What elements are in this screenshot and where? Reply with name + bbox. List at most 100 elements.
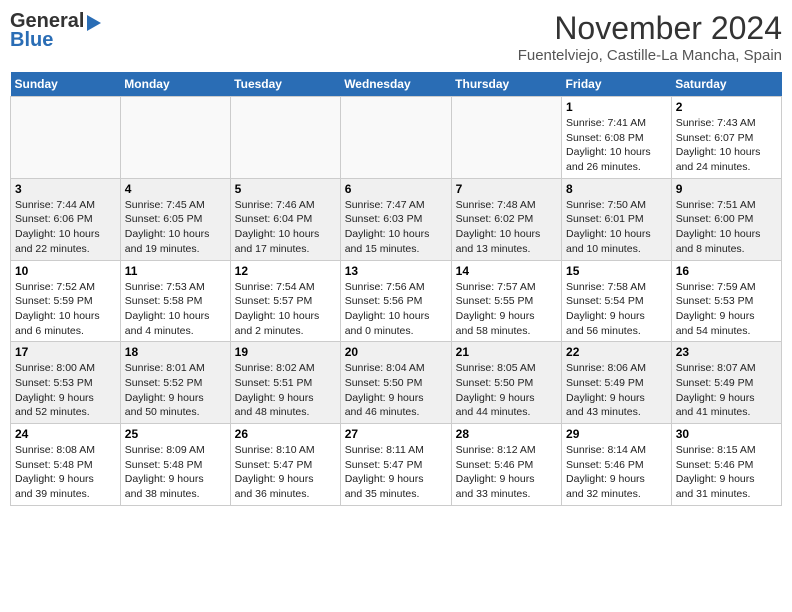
day-info: Sunrise: 7:48 AM Sunset: 6:02 PM Dayligh… xyxy=(456,198,557,257)
calendar-cell: 27 Sunrise: 8:11 AM Sunset: 5:47 PM Dayli… xyxy=(340,424,451,506)
day-number: 12 xyxy=(235,264,336,278)
page-header: General Blue November 2024 Fuentelviejo,… xyxy=(10,10,782,64)
day-number: 22 xyxy=(566,345,667,359)
day-info: Sunrise: 7:43 AM Sunset: 6:07 PM Dayligh… xyxy=(676,116,777,175)
calendar-cell: 19Sunrise: 8:02 AM Sunset: 5:51 PM Dayli… xyxy=(230,342,340,424)
day-info: Sunrise: 8:12 AM Sunset: 5:46 PM Dayligh… xyxy=(456,443,557,502)
day-info: Sunrise: 7:46 AM Sunset: 6:04 PM Dayligh… xyxy=(235,198,336,257)
logo-blue-text: Blue xyxy=(10,29,53,52)
calendar-cell: 22 Sunrise: 8:06 AM Sunset: 5:49 PM Dayli… xyxy=(562,342,672,424)
calendar-cell: 20 Sunrise: 8:04 AM Sunset: 5:50 PM Dayli… xyxy=(340,342,451,424)
day-info: Sunrise: 8:15 AM Sunset: 5:46 PM Dayligh… xyxy=(676,443,777,502)
day-info: Sunrise: 8:00 AM Sunset: 5:53 PM Dayligh… xyxy=(15,361,116,420)
location-title: Fuentelviejo, Castille-La Mancha, Spain xyxy=(518,47,782,64)
day-info: Sunrise: 8:06 AM Sunset: 5:49 PM Dayligh… xyxy=(566,361,667,420)
month-title: November 2024 xyxy=(518,10,782,47)
calendar-cell xyxy=(451,97,561,179)
calendar-cell xyxy=(11,97,121,179)
calendar-cell: 8 Sunrise: 7:50 AM Sunset: 6:01 PM Daylig… xyxy=(562,178,672,260)
calendar-cell xyxy=(230,97,340,179)
day-info: Sunrise: 7:52 AM Sunset: 5:59 PM Dayligh… xyxy=(15,280,116,339)
day-info: Sunrise: 8:08 AM Sunset: 5:48 PM Dayligh… xyxy=(15,443,116,502)
day-number: 25 xyxy=(125,427,226,441)
day-number: 27 xyxy=(345,427,447,441)
day-number: 30 xyxy=(676,427,777,441)
calendar-cell: 5 Sunrise: 7:46 AM Sunset: 6:04 PM Daylig… xyxy=(230,178,340,260)
day-info: Sunrise: 8:10 AM Sunset: 5:47 PM Dayligh… xyxy=(235,443,336,502)
calendar-cell: 2 Sunrise: 7:43 AM Sunset: 6:07 PM Daylig… xyxy=(671,97,781,179)
week-row-5: 24 Sunrise: 8:08 AM Sunset: 5:48 PM Dayli… xyxy=(11,424,782,506)
calendar-cell: 15Sunrise: 7:58 AM Sunset: 5:54 PM Dayli… xyxy=(562,260,672,342)
day-info: Sunrise: 7:44 AM Sunset: 6:06 PM Dayligh… xyxy=(15,198,116,257)
calendar-cell xyxy=(120,97,230,179)
day-info: Sunrise: 8:09 AM Sunset: 5:48 PM Dayligh… xyxy=(125,443,226,502)
day-number: 3 xyxy=(15,182,116,196)
day-number: 1 xyxy=(566,100,667,114)
calendar-cell xyxy=(340,97,451,179)
calendar-cell: 17 Sunrise: 8:00 AM Sunset: 5:53 PM Dayli… xyxy=(11,342,121,424)
calendar-cell: 13 Sunrise: 7:56 AM Sunset: 5:56 PM Dayli… xyxy=(340,260,451,342)
weekday-header-monday: Monday xyxy=(120,72,230,97)
weekday-header-row: SundayMondayTuesdayWednesdayThursdayFrid… xyxy=(11,72,782,97)
calendar-cell: 1 Sunrise: 7:41 AM Sunset: 6:08 PM Daylig… xyxy=(562,97,672,179)
day-info: Sunrise: 8:14 AM Sunset: 5:46 PM Dayligh… xyxy=(566,443,667,502)
title-section: November 2024 Fuentelviejo, Castille-La … xyxy=(518,10,782,64)
day-number: 2 xyxy=(676,100,777,114)
calendar-cell: 14 Sunrise: 7:57 AM Sunset: 5:55 PM Dayli… xyxy=(451,260,561,342)
day-info: Sunrise: 8:11 AM Sunset: 5:47 PM Dayligh… xyxy=(345,443,447,502)
day-info: Sunrise: 7:51 AM Sunset: 6:00 PM Dayligh… xyxy=(676,198,777,257)
day-info: Sunrise: 7:53 AM Sunset: 5:58 PM Dayligh… xyxy=(125,280,226,339)
day-info: Sunrise: 8:04 AM Sunset: 5:50 PM Dayligh… xyxy=(345,361,447,420)
calendar-cell: 10Sunrise: 7:52 AM Sunset: 5:59 PM Dayli… xyxy=(11,260,121,342)
day-info: Sunrise: 7:57 AM Sunset: 5:55 PM Dayligh… xyxy=(456,280,557,339)
weekday-header-wednesday: Wednesday xyxy=(340,72,451,97)
calendar-cell: 12 Sunrise: 7:54 AM Sunset: 5:57 PM Dayli… xyxy=(230,260,340,342)
day-number: 28 xyxy=(456,427,557,441)
calendar-cell: 24 Sunrise: 8:08 AM Sunset: 5:48 PM Dayli… xyxy=(11,424,121,506)
calendar-cell: 3 Sunrise: 7:44 AM Sunset: 6:06 PM Daylig… xyxy=(11,178,121,260)
day-number: 24 xyxy=(15,427,116,441)
calendar-cell: 30 Sunrise: 8:15 AM Sunset: 5:46 PM Dayli… xyxy=(671,424,781,506)
weekday-header-tuesday: Tuesday xyxy=(230,72,340,97)
calendar-cell: 4 Sunrise: 7:45 AM Sunset: 6:05 PM Daylig… xyxy=(120,178,230,260)
day-info: Sunrise: 8:07 AM Sunset: 5:49 PM Dayligh… xyxy=(676,361,777,420)
day-number: 15 xyxy=(566,264,667,278)
day-info: Sunrise: 7:59 AM Sunset: 5:53 PM Dayligh… xyxy=(676,280,777,339)
day-number: 14 xyxy=(456,264,557,278)
day-number: 9 xyxy=(676,182,777,196)
week-row-2: 3 Sunrise: 7:44 AM Sunset: 6:06 PM Daylig… xyxy=(11,178,782,260)
day-info: Sunrise: 7:41 AM Sunset: 6:08 PM Dayligh… xyxy=(566,116,667,175)
calendar-cell: 28 Sunrise: 8:12 AM Sunset: 5:46 PM Dayli… xyxy=(451,424,561,506)
calendar-cell: 11 Sunrise: 7:53 AM Sunset: 5:58 PM Dayli… xyxy=(120,260,230,342)
weekday-header-friday: Friday xyxy=(562,72,672,97)
day-info: Sunrise: 7:50 AM Sunset: 6:01 PM Dayligh… xyxy=(566,198,667,257)
calendar-cell: 29 Sunrise: 8:14 AM Sunset: 5:46 PM Dayli… xyxy=(562,424,672,506)
week-row-1: 1 Sunrise: 7:41 AM Sunset: 6:08 PM Daylig… xyxy=(11,97,782,179)
day-number: 11 xyxy=(125,264,226,278)
week-row-4: 17 Sunrise: 8:00 AM Sunset: 5:53 PM Dayli… xyxy=(11,342,782,424)
day-number: 16 xyxy=(676,264,777,278)
day-info: Sunrise: 8:05 AM Sunset: 5:50 PM Dayligh… xyxy=(456,361,557,420)
day-info: Sunrise: 7:47 AM Sunset: 6:03 PM Dayligh… xyxy=(345,198,447,257)
calendar-cell: 16 Sunrise: 7:59 AM Sunset: 5:53 PM Dayli… xyxy=(671,260,781,342)
day-number: 6 xyxy=(345,182,447,196)
day-info: Sunrise: 8:01 AM Sunset: 5:52 PM Dayligh… xyxy=(125,361,226,420)
calendar-cell: 7 Sunrise: 7:48 AM Sunset: 6:02 PM Daylig… xyxy=(451,178,561,260)
day-number: 20 xyxy=(345,345,447,359)
day-number: 8 xyxy=(566,182,667,196)
weekday-header-thursday: Thursday xyxy=(451,72,561,97)
day-number: 19 xyxy=(235,345,336,359)
calendar-cell: 23Sunrise: 8:07 AM Sunset: 5:49 PM Dayli… xyxy=(671,342,781,424)
day-number: 29 xyxy=(566,427,667,441)
day-info: Sunrise: 7:56 AM Sunset: 5:56 PM Dayligh… xyxy=(345,280,447,339)
day-info: Sunrise: 7:54 AM Sunset: 5:57 PM Dayligh… xyxy=(235,280,336,339)
day-number: 5 xyxy=(235,182,336,196)
calendar-cell: 9 Sunrise: 7:51 AM Sunset: 6:00 PM Daylig… xyxy=(671,178,781,260)
day-number: 7 xyxy=(456,182,557,196)
day-number: 13 xyxy=(345,264,447,278)
day-number: 4 xyxy=(125,182,226,196)
day-info: Sunrise: 7:45 AM Sunset: 6:05 PM Dayligh… xyxy=(125,198,226,257)
day-number: 17 xyxy=(15,345,116,359)
weekday-header-saturday: Saturday xyxy=(671,72,781,97)
calendar-cell: 18Sunrise: 8:01 AM Sunset: 5:52 PM Dayli… xyxy=(120,342,230,424)
